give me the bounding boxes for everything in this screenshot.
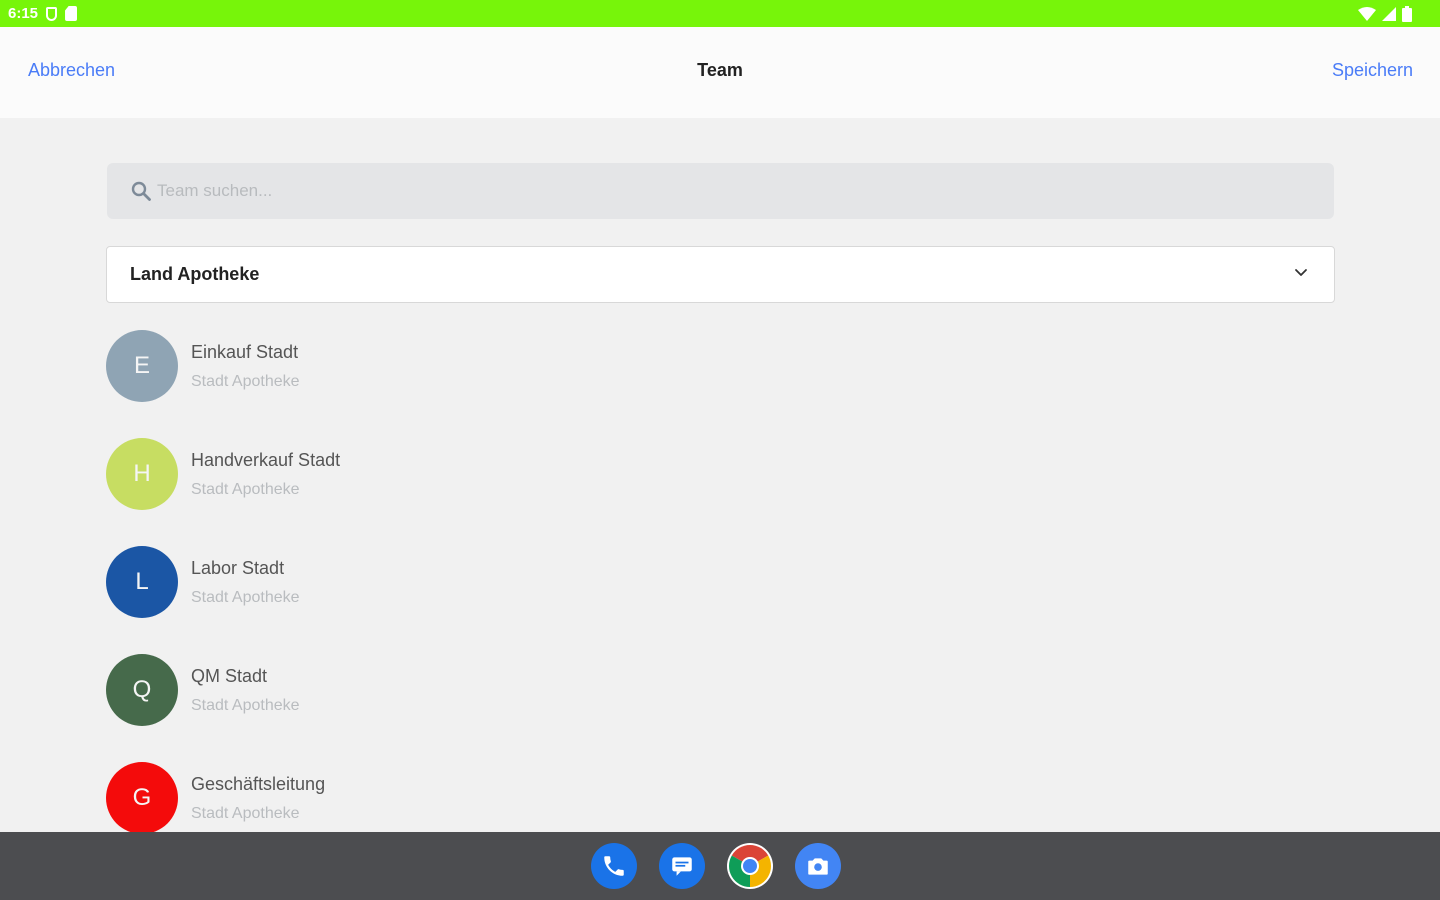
pharmacy-dropdown[interactable]: Land Apotheke <box>106 246 1335 303</box>
chevron-down-icon <box>1295 269 1307 276</box>
signal-icon <box>1382 6 1396 21</box>
app-header: Abbrechen Team Speichern <box>0 27 1440 118</box>
team-pharmacy: Stadt Apotheke <box>191 588 300 606</box>
status-bar: 6:15 <box>0 0 1440 27</box>
security-icon <box>46 6 58 21</box>
team-pharmacy: Stadt Apotheke <box>191 696 300 714</box>
avatar: L <box>106 546 178 618</box>
messages-app-icon[interactable] <box>659 843 705 889</box>
battery-icon <box>1402 5 1412 22</box>
avatar: H <box>106 438 178 510</box>
avatar: G <box>106 762 178 834</box>
page-title: Team <box>697 60 743 80</box>
chrome-app-icon[interactable] <box>727 843 773 889</box>
team-name: Geschäftsleitung <box>191 773 326 794</box>
team-pharmacy: Stadt Apotheke <box>191 372 300 390</box>
team-list-item[interactable]: G Geschäftsleitung Stadt Apotheke <box>106 762 706 834</box>
team-list-item[interactable]: L Labor Stadt Stadt Apotheke <box>106 546 706 618</box>
wifi-icon <box>1358 6 1376 21</box>
avatar: E <box>106 330 178 402</box>
sd-card-icon <box>65 6 78 21</box>
phone-app-icon[interactable] <box>591 843 637 889</box>
team-list-item[interactable]: E Einkauf Stadt Stadt Apotheke <box>106 330 706 402</box>
team-pharmacy: Stadt Apotheke <box>191 480 300 498</box>
search-icon <box>131 181 151 201</box>
team-pharmacy: Stadt Apotheke <box>191 804 300 822</box>
search-input[interactable] <box>157 181 1257 201</box>
avatar: Q <box>106 654 178 726</box>
team-name: Labor Stadt <box>191 557 285 578</box>
team-name: Handverkauf Stadt <box>191 449 341 470</box>
navigation-bar <box>0 832 1440 900</box>
team-name: Einkauf Stadt <box>191 341 299 362</box>
camera-app-icon[interactable] <box>795 843 841 889</box>
save-button[interactable]: Speichern <box>1332 60 1413 81</box>
team-search-bar[interactable] <box>107 163 1334 219</box>
team-list-item[interactable]: Q QM Stadt Stadt Apotheke <box>106 654 706 726</box>
team-list-item[interactable]: H Handverkauf Stadt Stadt Apotheke <box>106 438 706 510</box>
dropdown-selected-value: Land Apotheke <box>130 264 260 284</box>
team-name: QM Stadt <box>191 665 268 686</box>
status-time: 6:15 <box>8 5 39 22</box>
